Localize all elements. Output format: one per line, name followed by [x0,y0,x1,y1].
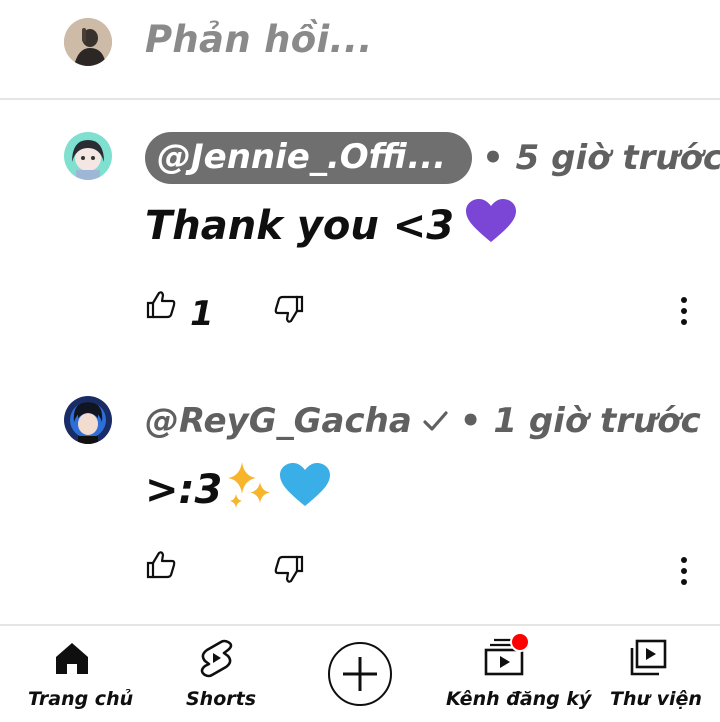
comment-time: • 1 giờ trước [459,401,701,441]
more-options-button[interactable] [672,556,696,590]
shorts-icon [200,639,233,678]
comment-item: @Jennie_.Offi... • 5 giờ trước Thank you… [0,98,720,360]
nav-label: Trang chủ [28,688,134,710]
thumbs-down-icon [274,555,304,583]
like-count: 1 [190,294,214,334]
create-button[interactable] [328,642,392,706]
more-vertical-icon [681,557,687,585]
nav-home[interactable]: Trang chủ [20,626,133,722]
comment-text: Thank you <3 [145,198,518,254]
nav-library[interactable]: Thư viện [604,626,702,722]
sparkles-emoji [222,458,276,522]
nav-label: Kênh đăng ký [446,688,592,710]
like-button[interactable] [144,288,178,322]
thumbs-down-icon [274,295,304,323]
nav-label: Thư viện [610,688,702,710]
thumbs-up-icon [146,551,176,579]
thumbs-up-icon [146,291,176,319]
comment-header: @Jennie_.Offi... • 5 giờ trước [145,132,720,184]
notification-dot [510,632,530,652]
comment-body: >:3 [145,467,223,513]
current-user-avatar [64,18,112,66]
comment-text: >:3 [145,458,332,522]
purple-heart-emoji [464,198,518,254]
nav-subscriptions[interactable]: Kênh đăng ký [440,626,591,722]
comment-item: @ReyG_Gacha • 1 giờ trước >:3 [0,360,720,624]
author-name[interactable]: @ReyG_Gacha [145,400,412,442]
comment-actions: 1 [0,288,720,338]
more-options-button[interactable] [672,296,696,330]
dislike-button[interactable] [272,552,306,586]
more-vertical-icon [681,297,687,325]
home-icon [56,643,88,674]
library-icon [630,639,667,676]
like-button[interactable] [144,548,178,582]
blue-heart-emoji [278,462,332,518]
comment-time: • 5 giờ trước [482,138,720,178]
comment-actions [0,548,720,598]
dislike-button[interactable] [272,292,306,326]
avatar[interactable] [64,396,112,444]
author-name[interactable]: @Jennie_.Offi... [145,132,473,184]
reply-input[interactable]: Phản hồi... [145,18,373,61]
comment-body: Thank you <3 [145,203,455,249]
verified-check-icon [423,411,448,431]
bottom-navigation: Trang chủ Shorts Kênh đăng ký Thư viện [0,624,720,722]
comment-header: @ReyG_Gacha • 1 giờ trước [145,400,701,442]
nav-shorts[interactable]: Shorts [176,626,256,722]
reply-bar[interactable]: Phản hồi... [0,0,720,100]
avatar[interactable] [64,132,112,180]
create-icon [343,657,377,691]
nav-label: Shorts [186,688,257,710]
